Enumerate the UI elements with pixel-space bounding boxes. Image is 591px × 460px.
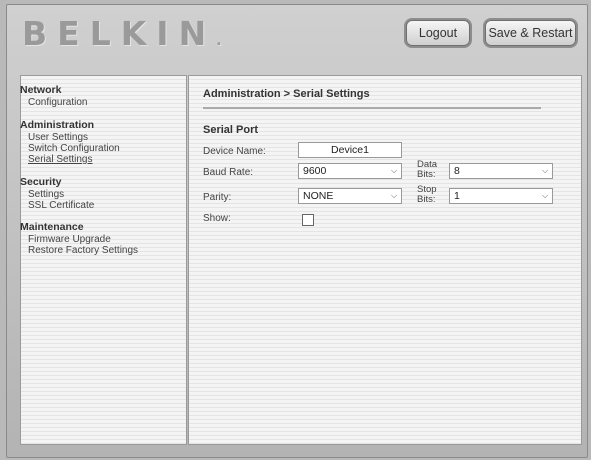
page-title: Administration > Serial Settings [203, 88, 370, 100]
device-name-input[interactable]: Device1 [298, 142, 402, 158]
stop-bits-value: 1 [454, 190, 460, 202]
show-label: Show: [203, 213, 231, 224]
parity-label: Parity: [203, 192, 232, 203]
data-bits-label: Data Bits: [417, 159, 438, 180]
baud-rate-select[interactable]: 9600 ⌵ [298, 163, 402, 179]
belkin-logo: BELKIN. [22, 14, 222, 53]
sidebar-heading-network: Network [20, 84, 62, 96]
parity-select[interactable]: NONE ⌵ [298, 188, 402, 204]
logout-button[interactable]: Logout [406, 20, 470, 46]
sidebar-item-settings[interactable]: Settings [20, 189, 170, 200]
title-divider [203, 107, 541, 110]
parity-value: NONE [303, 190, 334, 202]
sidebar-group-maintenance: Maintenance Firmware Upgrade Restore Fac… [20, 221, 170, 256]
sidebar-item-switch-configuration[interactable]: Switch Configuration [20, 143, 170, 154]
sidebar-item-configuration[interactable]: Configuration [20, 97, 170, 108]
sidebar-group-administration: Administration User Settings Switch Conf… [20, 119, 170, 165]
sidebar-group-security: Security Settings SSL Certificate [20, 176, 170, 211]
device-name-label: Device Name: [203, 146, 266, 157]
chevron-down-icon: ⌵ [541, 166, 549, 175]
baud-rate-label: Baud Rate: [203, 167, 254, 178]
sidebar-heading-maintenance: Maintenance [20, 221, 84, 233]
sidebar-item-user-settings[interactable]: User Settings [20, 132, 170, 143]
sidebar-item-ssl-certificate[interactable]: SSL Certificate [20, 200, 170, 211]
sidebar-item-serial-settings[interactable]: Serial Settings [20, 154, 170, 165]
baud-rate-value: 9600 [303, 165, 327, 177]
chevron-down-icon: ⌵ [390, 191, 398, 200]
chevron-down-icon: ⌵ [541, 191, 549, 200]
sidebar-heading-security: Security [20, 176, 62, 188]
show-checkbox[interactable] [302, 214, 314, 226]
stop-bits-label: Stop Bits: [417, 184, 437, 205]
stop-bits-select[interactable]: 1 ⌵ [449, 188, 553, 204]
sidebar-item-restore-factory-settings[interactable]: Restore Factory Settings [20, 245, 170, 256]
data-bits-select[interactable]: 8 ⌵ [449, 163, 553, 179]
sidebar-item-firmware-upgrade[interactable]: Firmware Upgrade [20, 234, 170, 245]
data-bits-value: 8 [454, 165, 460, 177]
save-restart-button[interactable]: Save & Restart [485, 20, 576, 46]
sidebar-heading-administration: Administration [20, 119, 95, 131]
chevron-down-icon: ⌵ [390, 166, 398, 175]
section-title: Serial Port [203, 124, 259, 136]
sidebar-group-network: Network Configuration [20, 84, 170, 108]
